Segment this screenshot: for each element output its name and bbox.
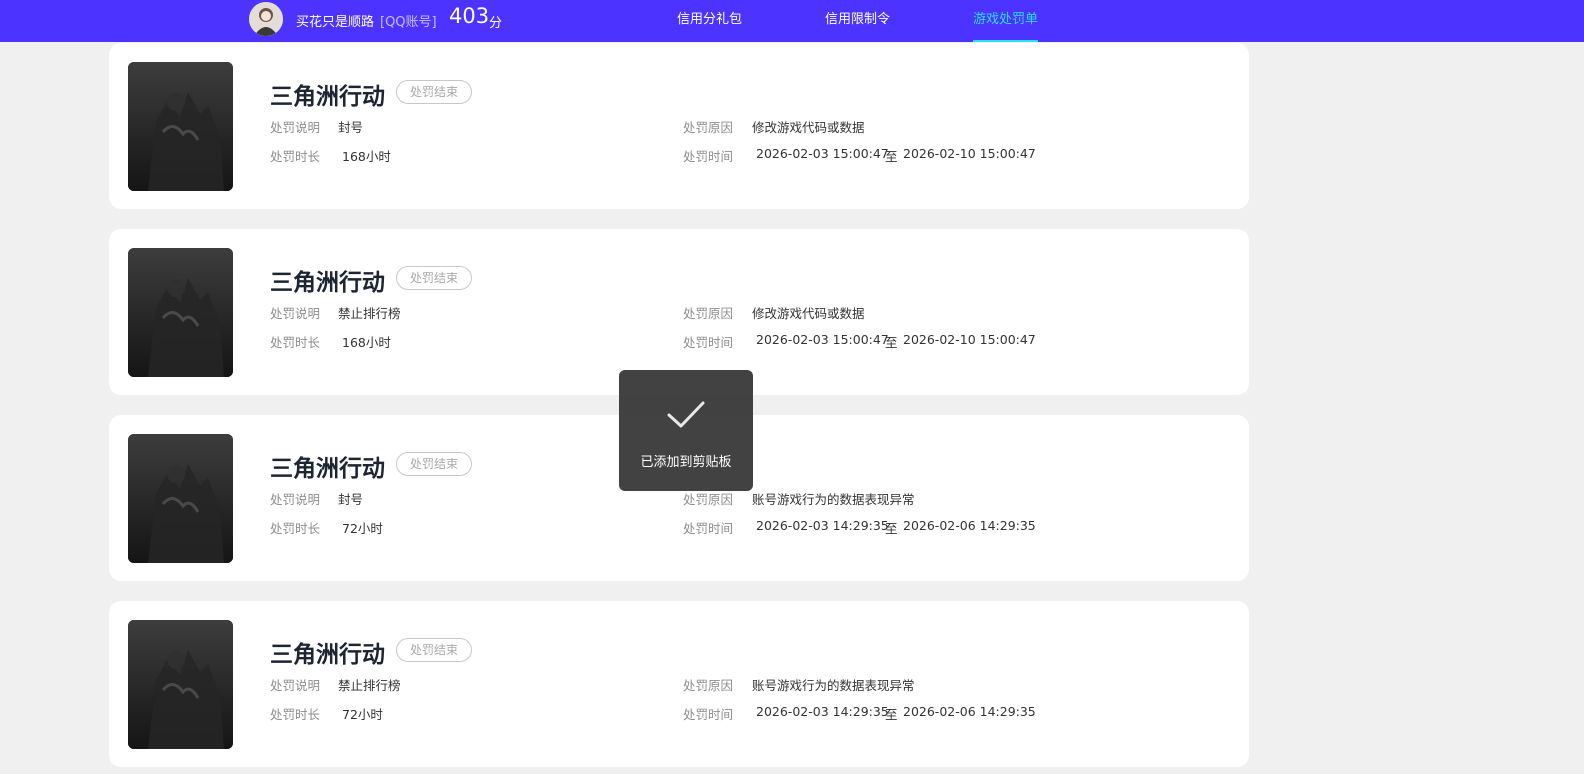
time-label: 处罚时间 — [683, 335, 734, 350]
credit-score: 403 — [449, 4, 490, 28]
reason-label: 处罚原因 — [683, 492, 734, 507]
time-label: 处罚时间 — [683, 707, 734, 722]
time-separator: 至 — [885, 335, 898, 350]
desc-value: 封号 — [338, 492, 364, 507]
time-separator: 至 — [885, 707, 898, 722]
desc-value: 禁止排行榜 — [338, 678, 401, 693]
time-start: 2026-02-03 15:00:47 — [756, 146, 889, 161]
duration-label: 处罚时长 — [270, 149, 321, 164]
time-end: 2026-02-10 15:00:47 — [903, 146, 1036, 161]
game-title: 三角洲行动 — [270, 456, 385, 482]
duration-value: 168小时 — [342, 335, 391, 350]
desc-label: 处罚说明 — [270, 306, 321, 321]
duration-value: 168小时 — [342, 149, 391, 164]
reason-label: 处罚原因 — [683, 120, 734, 135]
penalty-card[interactable]: 三角洲行动 处罚结束处罚说明 禁止排行榜 处罚原因 账号游戏行为的数据表现异常处罚时长 7… — [109, 601, 1249, 767]
duration-label: 处罚时长 — [270, 521, 321, 536]
reason-value: 修改游戏代码或数据 — [752, 306, 865, 321]
time-separator: 至 — [885, 149, 898, 164]
status-badge: 处罚结束 — [396, 266, 473, 290]
account-type: [QQ账号] — [380, 15, 437, 30]
duration-value: 72小时 — [342, 707, 383, 722]
credit-score-unit: 分 — [489, 16, 503, 31]
game-title: 三角洲行动 — [270, 270, 385, 296]
game-title: 三角洲行动 — [270, 642, 385, 668]
toast-message: 已添加到剪贴板 — [640, 455, 732, 470]
reason-value: 账号游戏行为的数据表现异常 — [752, 678, 915, 693]
game-thumbnail — [128, 434, 233, 563]
tab-credit-restriction[interactable]: 信用限制令 — [825, 0, 890, 42]
tab-credit-gift[interactable]: 信用分礼包 — [677, 0, 742, 42]
time-start: 2026-02-03 14:29:35 — [756, 704, 889, 719]
game-title: 三角洲行动 — [270, 84, 385, 110]
game-thumbnail — [128, 248, 233, 377]
duration-label: 处罚时长 — [270, 707, 321, 722]
desc-label: 处罚说明 — [270, 492, 321, 507]
user-nickname: 买花只是顺路 — [296, 15, 375, 30]
time-start: 2026-02-03 14:29:35 — [756, 518, 889, 533]
game-thumbnail — [128, 62, 233, 191]
status-badge: 处罚结束 — [396, 80, 473, 104]
reason-label: 处罚原因 — [683, 678, 734, 693]
tab-game-penalty[interactable]: 游戏处罚单 — [973, 0, 1039, 42]
time-separator: 至 — [885, 521, 898, 536]
status-badge: 处罚结束 — [396, 452, 473, 476]
desc-label: 处罚说明 — [270, 120, 321, 135]
desc-label: 处罚说明 — [270, 678, 321, 693]
time-label: 处罚时间 — [683, 149, 734, 164]
reason-label: 处罚原因 — [683, 306, 734, 321]
check-icon — [667, 401, 705, 428]
desc-value: 封号 — [338, 120, 364, 135]
time-end: 2026-02-06 14:29:35 — [903, 518, 1036, 533]
penalty-card[interactable]: 三角洲行动 处罚结束处罚说明 封号 处罚原因 修改游戏代码或数据处罚时长 168小时 处罚时… — [109, 43, 1249, 209]
time-label: 处罚时间 — [683, 521, 734, 536]
time-start: 2026-02-03 15:00:47 — [756, 332, 889, 347]
toast: 已添加到剪贴板 — [619, 370, 753, 491]
duration-label: 处罚时长 — [270, 335, 321, 350]
duration-value: 72小时 — [342, 521, 383, 536]
status-badge: 处罚结束 — [396, 638, 473, 662]
game-thumbnail — [128, 620, 233, 749]
time-end: 2026-02-06 14:29:35 — [903, 704, 1036, 719]
desc-value: 禁止排行榜 — [338, 306, 401, 321]
top-bar: 买花只是顺路 [QQ账号] 403 分 信用分礼包 信用限制令 游戏处罚单 — [0, 0, 1584, 42]
reason-value: 账号游戏行为的数据表现异常 — [752, 492, 915, 507]
time-end: 2026-02-10 15:00:47 — [903, 332, 1036, 347]
reason-value: 修改游戏代码或数据 — [752, 120, 865, 135]
avatar[interactable] — [249, 2, 283, 36]
